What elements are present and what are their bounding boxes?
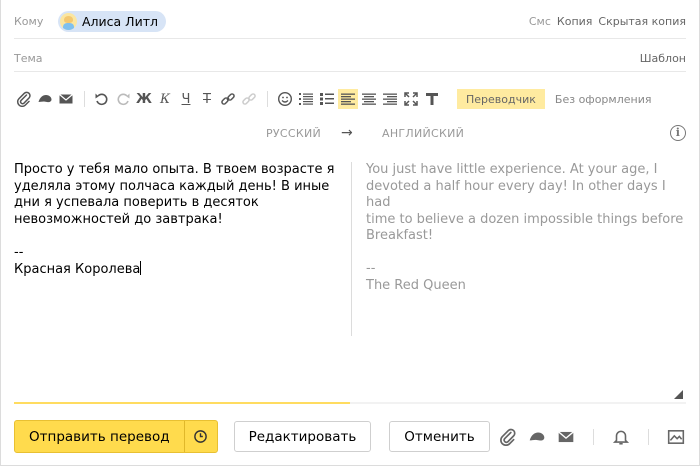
recipient-name: Алиса Литл bbox=[82, 13, 158, 29]
align-left-icon[interactable] bbox=[338, 89, 358, 109]
language-bar: РУССКИЙ → АНГЛИЙСКИЙ i bbox=[0, 124, 700, 144]
disk-attach-icon[interactable] bbox=[35, 89, 55, 109]
subject-label: Тема bbox=[14, 51, 43, 65]
clear-format-icon[interactable] bbox=[422, 89, 442, 109]
link-icon[interactable] bbox=[218, 89, 238, 109]
edit-button[interactable]: Редактировать bbox=[233, 421, 372, 452]
image-icon[interactable] bbox=[666, 427, 686, 447]
send-translation-button[interactable]: Отправить перевод bbox=[15, 421, 185, 452]
redo-icon[interactable] bbox=[113, 89, 133, 109]
source-language[interactable]: РУССКИЙ bbox=[266, 127, 321, 140]
arrow-right-icon[interactable]: → bbox=[341, 125, 353, 141]
unlink-icon[interactable] bbox=[239, 89, 259, 109]
to-label: Кому bbox=[14, 14, 44, 28]
align-right-icon[interactable] bbox=[380, 89, 400, 109]
bottom-icons bbox=[498, 427, 686, 447]
recipients-row: Кому Алиса Литл Смс Копия Скрытая копия bbox=[14, 8, 686, 34]
no-format-toggle[interactable]: Без оформления bbox=[555, 93, 652, 106]
strikethrough-button[interactable]: Т bbox=[197, 89, 217, 109]
numbered-list-icon[interactable] bbox=[296, 89, 316, 109]
send-button-group: Отправить перевод bbox=[14, 420, 218, 453]
clock-icon[interactable] bbox=[185, 421, 217, 452]
translated-text: You just have little experience. At your… bbox=[366, 162, 684, 293]
subject-row[interactable]: Тема Шаблон bbox=[14, 48, 686, 68]
attach-icon[interactable] bbox=[498, 427, 518, 447]
translation-progress bbox=[14, 402, 686, 404]
attach-icon[interactable] bbox=[14, 89, 34, 109]
recipient-chip[interactable]: Алиса Литл bbox=[58, 10, 166, 32]
action-bar: Отправить перевод Редактировать Отменить bbox=[14, 420, 686, 453]
disk-attach-icon[interactable] bbox=[527, 427, 547, 447]
divider bbox=[14, 38, 686, 39]
cc-link[interactable]: Копия bbox=[557, 15, 593, 28]
mail-attach-icon[interactable] bbox=[556, 427, 576, 447]
expand-icon[interactable] bbox=[401, 89, 421, 109]
sms-link[interactable]: Смс bbox=[529, 15, 551, 28]
italic-button[interactable]: К bbox=[155, 89, 175, 109]
cancel-button[interactable]: Отменить bbox=[389, 421, 490, 452]
align-center-icon[interactable] bbox=[359, 89, 379, 109]
bottom-divider bbox=[648, 428, 649, 445]
column-divider bbox=[351, 162, 352, 336]
toolbar-divider bbox=[84, 91, 85, 107]
bold-button[interactable]: Ж bbox=[134, 89, 154, 109]
template-link[interactable]: Шаблон bbox=[640, 52, 686, 65]
translator-toggle[interactable]: Переводчик bbox=[457, 89, 545, 109]
mail-attach-icon[interactable] bbox=[56, 89, 76, 109]
source-text: Просто у тебя мало опыта. В твоем возрас… bbox=[14, 162, 335, 277]
divider bbox=[14, 71, 686, 72]
bottom-divider bbox=[593, 428, 594, 445]
undo-icon[interactable] bbox=[92, 89, 112, 109]
recipient-options: Смс Копия Скрытая копия bbox=[529, 15, 686, 28]
bcc-link[interactable]: Скрытая копия bbox=[598, 15, 686, 28]
bullet-list-icon[interactable] bbox=[317, 89, 337, 109]
source-text-area[interactable]: Просто у тебя мало опыта. В твоем возрас… bbox=[14, 162, 344, 279]
emoji-icon[interactable] bbox=[275, 89, 295, 109]
info-icon[interactable]: i bbox=[670, 125, 686, 141]
target-language[interactable]: АНГЛИЙСКИЙ bbox=[382, 127, 464, 140]
toolbar-divider bbox=[267, 91, 268, 107]
translation-progress-fill bbox=[14, 402, 350, 404]
underline-button[interactable]: Ч bbox=[176, 89, 196, 109]
text-caret bbox=[140, 261, 142, 275]
avatar bbox=[60, 12, 77, 30]
resize-handle-icon[interactable] bbox=[674, 390, 683, 399]
format-toolbar: Ж К Ч Т Переводчик Без оформления bbox=[14, 88, 690, 110]
bell-icon[interactable] bbox=[611, 427, 631, 447]
